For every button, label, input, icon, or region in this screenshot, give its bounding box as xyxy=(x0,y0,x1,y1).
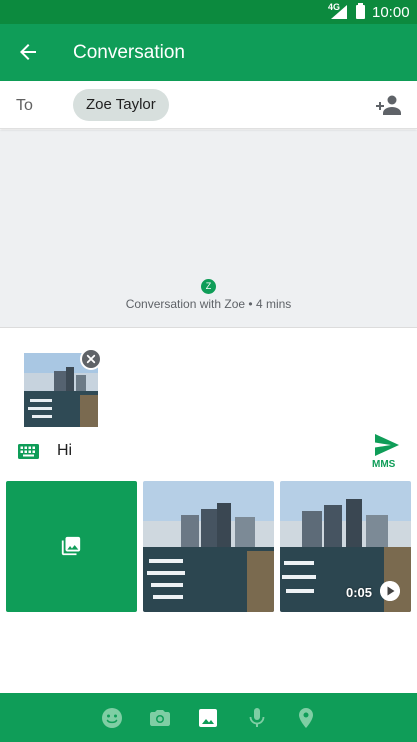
page-title: Conversation xyxy=(73,42,185,63)
keyboard-icon[interactable] xyxy=(18,444,39,459)
camera-icon[interactable] xyxy=(148,706,172,730)
play-icon[interactable] xyxy=(380,581,400,601)
clock: 10:00 xyxy=(372,4,410,21)
status-bar: 4G 10:00 xyxy=(0,0,417,24)
add-person-icon[interactable] xyxy=(375,93,401,117)
to-label: To xyxy=(16,97,33,114)
video-duration: 0:05 xyxy=(346,585,373,600)
remove-attachment-icon[interactable] xyxy=(80,348,102,370)
open-gallery-tile[interactable] xyxy=(6,481,137,612)
contact-avatar: Z xyxy=(201,279,216,294)
conversation-meta: Conversation with Zoe • 4 mins xyxy=(125,297,292,311)
photo-library-icon xyxy=(61,536,81,556)
recipient-row: To Zoe Taylor xyxy=(0,81,417,129)
location-icon[interactable] xyxy=(294,706,318,730)
gallery-image-tile[interactable] xyxy=(143,481,274,612)
send-button[interactable]: MMS xyxy=(372,432,402,472)
send-mode-label: MMS xyxy=(372,459,396,470)
app-bar: Conversation xyxy=(0,24,417,81)
send-icon xyxy=(375,434,399,456)
microphone-icon[interactable] xyxy=(245,706,269,730)
compose-row: Hi MMS xyxy=(0,430,417,474)
message-input[interactable]: Hi xyxy=(57,442,72,460)
attachment-toolbar xyxy=(0,693,417,742)
signal-icon xyxy=(331,5,347,19)
emoji-icon[interactable] xyxy=(100,706,124,730)
recipient-chip[interactable]: Zoe Taylor xyxy=(73,89,169,121)
gallery-video-tile[interactable]: 0:05 xyxy=(280,481,411,612)
battery-icon xyxy=(356,3,365,19)
back-arrow-icon[interactable] xyxy=(16,40,40,64)
gallery-icon[interactable] xyxy=(196,706,220,730)
conversation-area[interactable]: Z Conversation with Zoe • 4 mins xyxy=(0,130,417,328)
